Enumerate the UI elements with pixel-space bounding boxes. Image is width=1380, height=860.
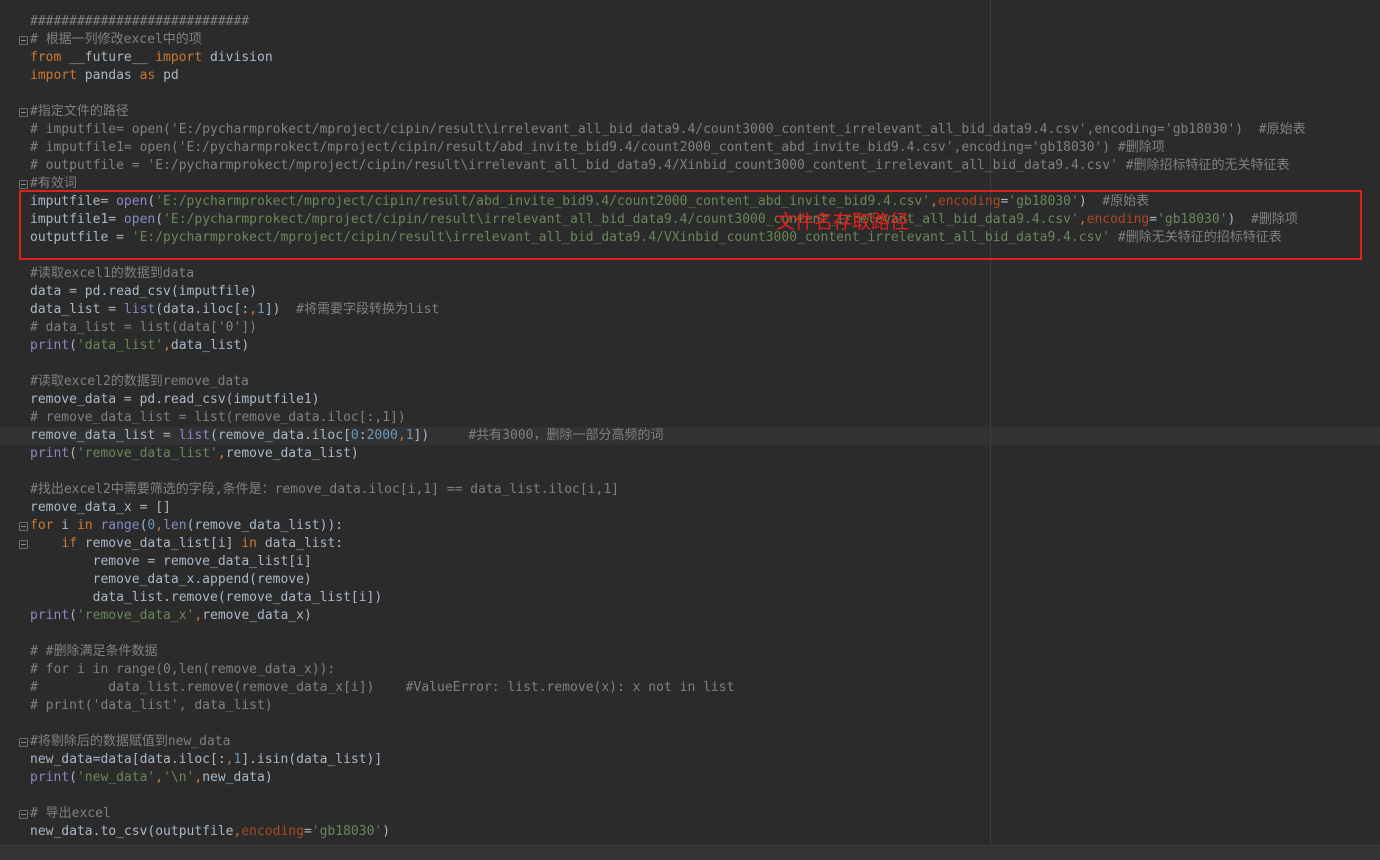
code-line[interactable]: import pandas as pd: [30, 67, 179, 85]
code-line[interactable]: new_data=data[data.iloc[:,1].isin(data_l…: [30, 751, 382, 769]
code-line[interactable]: ############################: [30, 13, 249, 31]
code-line[interactable]: # print('data_list', data_list): [30, 697, 273, 715]
horizontal-scrollbar[interactable]: [0, 845, 1380, 860]
path-highlight-box: [19, 190, 1362, 260]
code-line[interactable]: #读取excel1的数据到data: [30, 265, 194, 283]
code-line[interactable]: # 根据一列修改excel中的项: [30, 31, 202, 49]
code-line[interactable]: new_data.to_csv(outputfile,encoding='gb1…: [30, 823, 390, 841]
fold-toggle-icon[interactable]: [19, 540, 28, 549]
code-line[interactable]: data_list = list(data.iloc[:,1]) #将需要字段转…: [30, 301, 439, 319]
code-line[interactable]: # remove_data_list = list(remove_data.il…: [30, 409, 406, 427]
code-line[interactable]: for i in range(0,len(remove_data_list)):: [30, 517, 343, 535]
code-line[interactable]: # imputfile= open('E:/pycharmprokect/mpr…: [30, 121, 1306, 139]
fold-toggle-icon[interactable]: [19, 36, 28, 45]
path-annotation: 文件名存取路径: [776, 211, 910, 233]
code-line[interactable]: remove_data_list = list(remove_data.iloc…: [30, 427, 663, 445]
code-line[interactable]: remove_data_x.append(remove): [30, 571, 312, 589]
fold-toggle-icon[interactable]: [19, 180, 28, 189]
code-line[interactable]: print('data_list',data_list): [30, 337, 249, 355]
code-line[interactable]: # 导出excel: [30, 805, 111, 823]
code-line[interactable]: # #删除满足条件数据: [30, 643, 157, 661]
code-line[interactable]: #找出excel2中需要筛选的字段,条件是：remove_data.iloc[i…: [30, 481, 619, 499]
code-line[interactable]: # imputfile1= open('E:/pycharmprokect/mp…: [30, 139, 1165, 157]
code-line[interactable]: # data_list = list(data['0']): [30, 319, 257, 337]
code-line[interactable]: remove_data = pd.read_csv(imputfile1): [30, 391, 320, 409]
code-line[interactable]: #指定文件的路径: [30, 103, 129, 121]
code-line[interactable]: if remove_data_list[i] in data_list:: [30, 535, 343, 553]
fold-toggle-icon[interactable]: [19, 810, 28, 819]
code-editor[interactable]: ############################ # 根据一列修改exce…: [0, 0, 1380, 860]
code-line[interactable]: data = pd.read_csv(imputfile): [30, 283, 257, 301]
code-line[interactable]: remove = remove_data_list[i]: [30, 553, 312, 571]
code-line[interactable]: print('new_data','\n',new_data): [30, 769, 273, 787]
code-line[interactable]: data_list.remove(remove_data_list[i]): [30, 589, 383, 607]
fold-toggle-icon[interactable]: [19, 522, 28, 531]
code-line[interactable]: print('remove_data_list',remove_data_lis…: [30, 445, 359, 463]
code-line[interactable]: # for i in range(0,len(remove_data_x)):: [30, 661, 335, 679]
code-line[interactable]: remove_data_x = []: [30, 499, 171, 517]
code-line[interactable]: #读取excel2的数据到remove_data: [30, 373, 249, 391]
code-line[interactable]: # data_list.remove(remove_data_x[i]) #Va…: [30, 679, 734, 697]
code-line[interactable]: #将剔除后的数据赋值到new_data: [30, 733, 230, 751]
fold-toggle-icon[interactable]: [19, 738, 28, 747]
fold-toggle-icon[interactable]: [19, 108, 28, 117]
code-line[interactable]: print('remove_data_x',remove_data_x): [30, 607, 312, 625]
code-line[interactable]: from __future__ import division: [30, 49, 273, 67]
code-line[interactable]: # outputfile = 'E:/pycharmprokect/mproje…: [30, 157, 1290, 175]
